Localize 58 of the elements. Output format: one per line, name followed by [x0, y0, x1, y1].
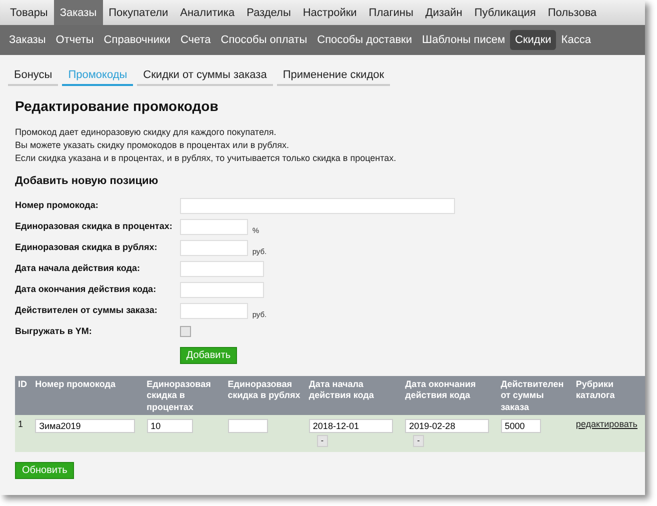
- field-label: Дата начала действия кода:: [15, 263, 141, 273]
- menu-item[interactable]: Разделы: [240, 0, 297, 25]
- menu-item[interactable]: Способы оплаты: [216, 30, 312, 50]
- menu-item[interactable]: Товары: [4, 0, 54, 25]
- description-text: Промокод дает единоразовую скидку для каждого покупателя.: [15, 127, 278, 137]
- menu-item[interactable]: Публикация: [468, 0, 542, 25]
- column-header: Действителен от суммы заказа: [498, 376, 573, 415]
- input-field[interactable]: 2019-02-28: [405, 418, 490, 433]
- menu-item[interactable]: Пользова: [542, 0, 603, 25]
- input-field[interactable]: 5000: [500, 418, 541, 433]
- clear-button[interactable]: -: [413, 434, 424, 447]
- description-text: Вы можете указать скидку промокодов в процентах или в рублях.: [15, 140, 290, 150]
- field-label: Номер промокода:: [15, 200, 100, 210]
- column-header: Дата начала действия кода: [306, 376, 402, 415]
- menu-item[interactable]: Дизайн: [419, 0, 468, 25]
- menu-item[interactable]: Скидки: [510, 30, 556, 50]
- tab[interactable]: Применение скидок: [276, 67, 390, 86]
- input-field[interactable]: [228, 418, 268, 433]
- input-field[interactable]: [180, 303, 248, 319]
- menu-item[interactable]: Покупатели: [102, 0, 174, 25]
- checkbox[interactable]: [180, 326, 192, 336]
- description-text: Если скидка указана и в процентах, и в рублях, то учитывается только скидка в процентах.: [15, 153, 398, 163]
- tab[interactable]: Бонусы: [8, 67, 58, 86]
- tab[interactable]: Скидки от суммы заказа: [137, 67, 273, 86]
- input-field[interactable]: [180, 240, 248, 256]
- menu-item[interactable]: Касса: [556, 30, 596, 50]
- input-field[interactable]: [180, 198, 456, 214]
- menu-item[interactable]: Аналитика: [174, 0, 241, 25]
- table-cell: 1: [15, 414, 32, 452]
- page-title: Редактирование промокодов: [15, 98, 220, 114]
- input-field[interactable]: Зима2019: [35, 418, 136, 433]
- menu-item[interactable]: Плагины: [362, 0, 420, 25]
- menu-item[interactable]: Заказы: [4, 30, 51, 50]
- menu-item[interactable]: Шаблоны писем: [417, 30, 510, 50]
- input-field[interactable]: [180, 219, 248, 235]
- menu-item[interactable]: Отчеты: [50, 30, 99, 50]
- input-field[interactable]: [180, 261, 264, 277]
- field-label: Единоразовая скидка в рублях:: [15, 242, 158, 252]
- column-header: Номер промокода: [32, 376, 144, 415]
- column-header: Дата окончания действия кода: [402, 376, 498, 415]
- field-label: Единоразовая скидка в процентах:: [15, 221, 172, 231]
- field-label: Выгружать в YM:: [15, 326, 93, 336]
- menu-item[interactable]: Способы доставки: [312, 30, 418, 50]
- field-label: Действителен от суммы заказа:: [15, 305, 158, 315]
- input-field[interactable]: [180, 282, 264, 298]
- column-header: Единоразовая скидка в процентах: [144, 376, 225, 415]
- field-label: Дата окончания действия кода:: [15, 284, 158, 294]
- column-header: Единоразовая скидка в рублях: [224, 376, 306, 415]
- clear-button[interactable]: -: [316, 434, 328, 447]
- section-title: Добавить новую позицию: [15, 175, 160, 187]
- input-field[interactable]: 10: [146, 418, 193, 433]
- menu-item[interactable]: Счета: [175, 30, 216, 50]
- column-header: ID: [15, 376, 32, 415]
- column-header: Рубрики каталога: [572, 376, 645, 415]
- menu-item[interactable]: Заказы: [54, 0, 103, 25]
- input-field[interactable]: 2018-12-01: [308, 418, 393, 433]
- menu-item[interactable]: Настройки: [296, 0, 363, 25]
- menu-item[interactable]: Справочники: [98, 30, 176, 50]
